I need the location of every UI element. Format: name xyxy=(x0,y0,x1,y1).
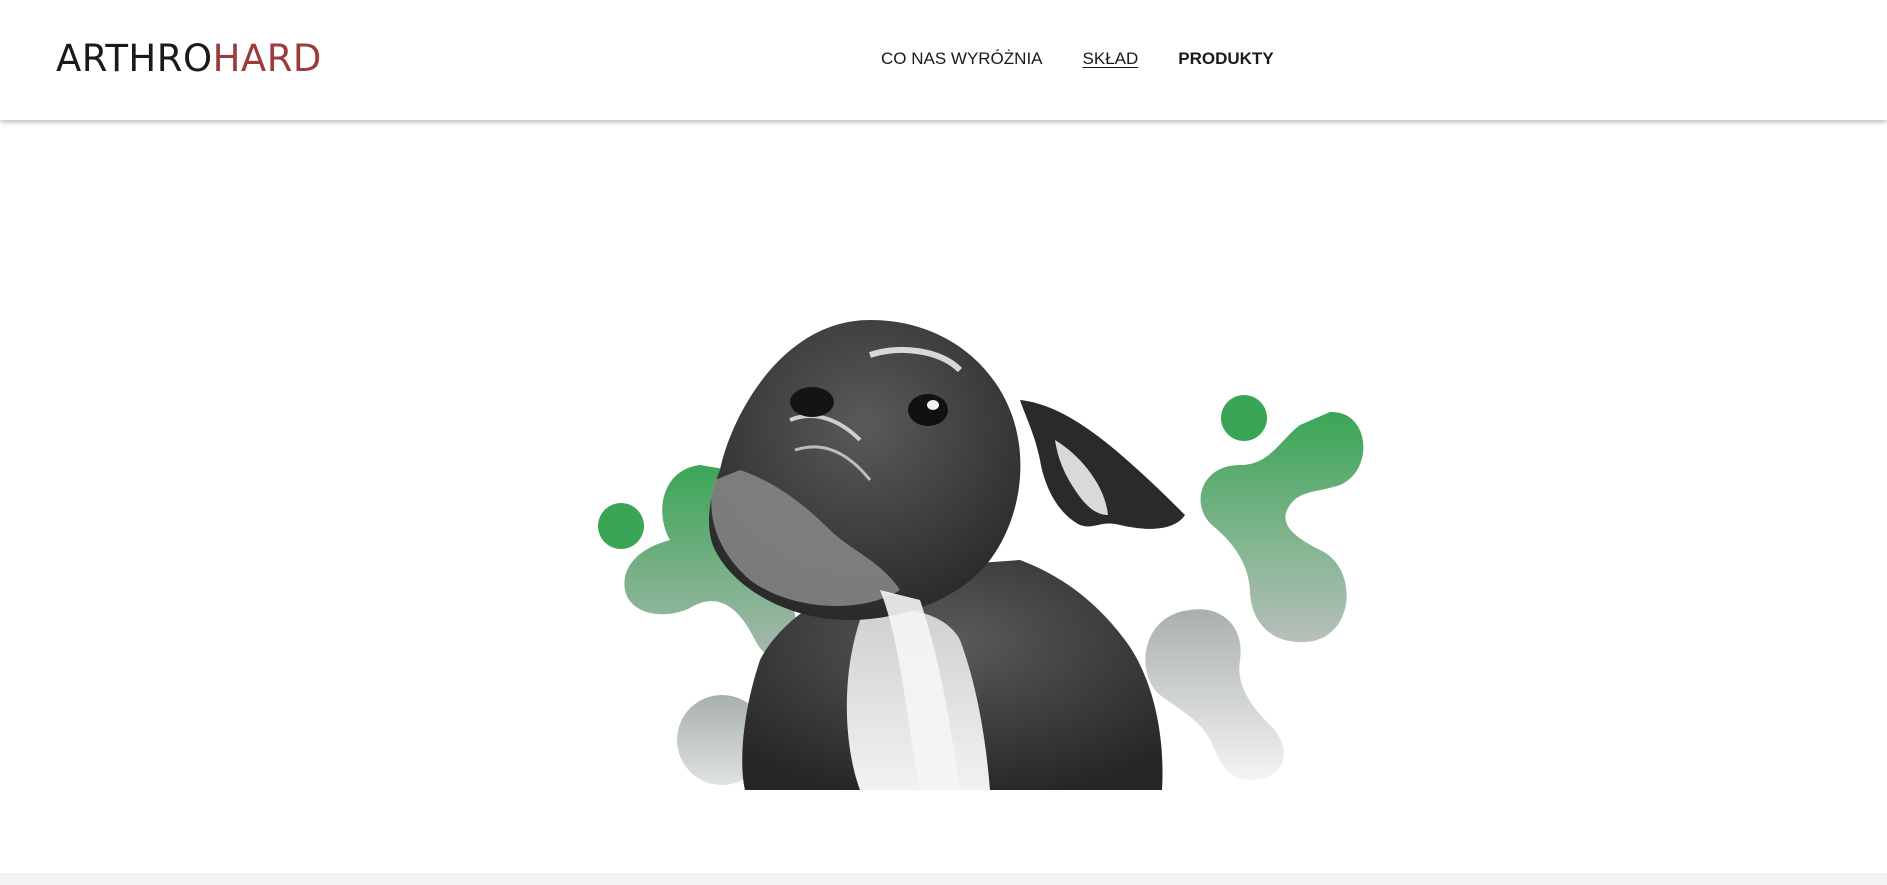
logo-text-arthro: ARTHRO xyxy=(56,37,213,80)
site-header: ARTHROHARD CO NAS WYRÓŻNIA SKŁAD PRODUKT… xyxy=(0,0,1887,120)
right-molecule-decor xyxy=(1145,395,1364,780)
main-navigation: CO NAS WYRÓŻNIA SKŁAD PRODUKTY xyxy=(881,48,1274,70)
hero-illustration xyxy=(598,320,1364,790)
nav-link-produkty[interactable]: PRODUKTY xyxy=(1178,48,1273,70)
footer-strip xyxy=(0,873,1887,885)
logo-text-hard: HARD xyxy=(212,37,322,80)
nav-link-sklad[interactable]: SKŁAD xyxy=(1083,48,1139,70)
nav-link-co-nas-wyroznia[interactable]: CO NAS WYRÓŻNIA xyxy=(881,48,1043,70)
brand-logo[interactable]: ARTHROHARD xyxy=(56,36,322,82)
hero-section xyxy=(0,120,1887,873)
bulldog-drawing xyxy=(708,320,1185,790)
